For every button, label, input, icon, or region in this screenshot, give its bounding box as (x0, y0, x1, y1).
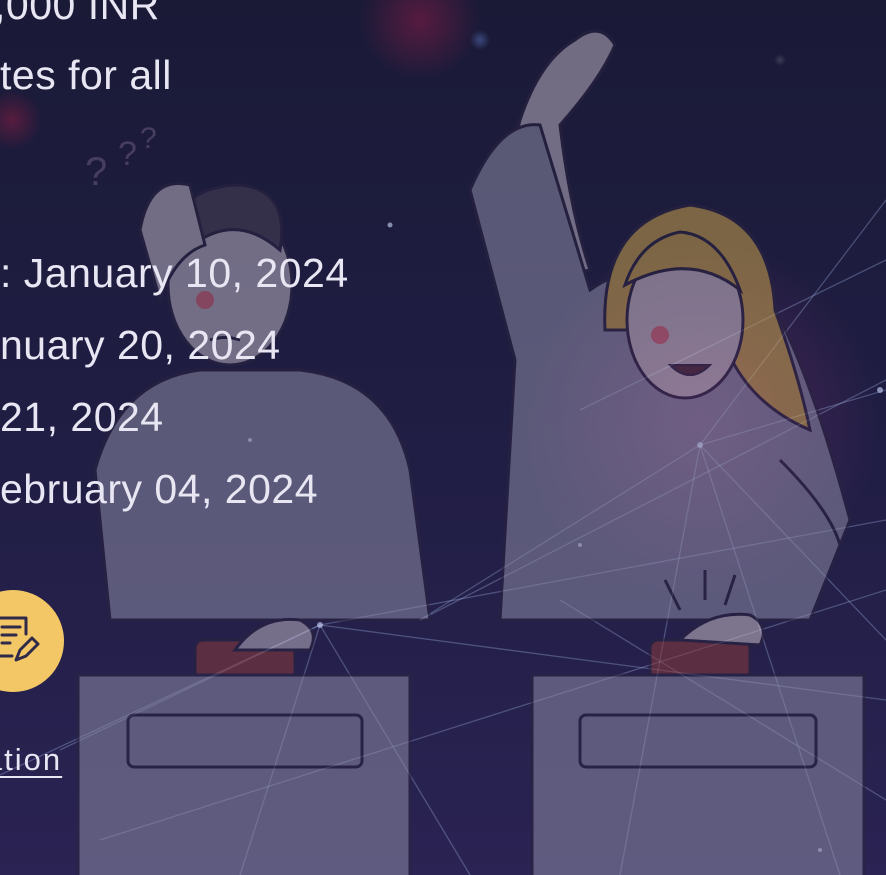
confused-contestant-figure: ? ? ? (85, 122, 432, 622)
date-line-2: nuary 20, 2024 (0, 322, 281, 368)
date-line-4: ebruary 04, 2024 (0, 466, 319, 512)
svg-text:?: ? (85, 150, 107, 194)
prize-amount-text: ,000 INR (0, 0, 160, 28)
date-line-1: : January 10, 2024 (0, 250, 349, 296)
registration-link[interactable]: tration (0, 742, 62, 778)
certificates-text: tes for all (0, 52, 172, 98)
date-line-3: 21, 2024 (0, 394, 164, 440)
svg-text:?: ? (140, 122, 157, 155)
raising-hand-contestant-figure (468, 29, 852, 622)
svg-text:?: ? (118, 135, 137, 173)
